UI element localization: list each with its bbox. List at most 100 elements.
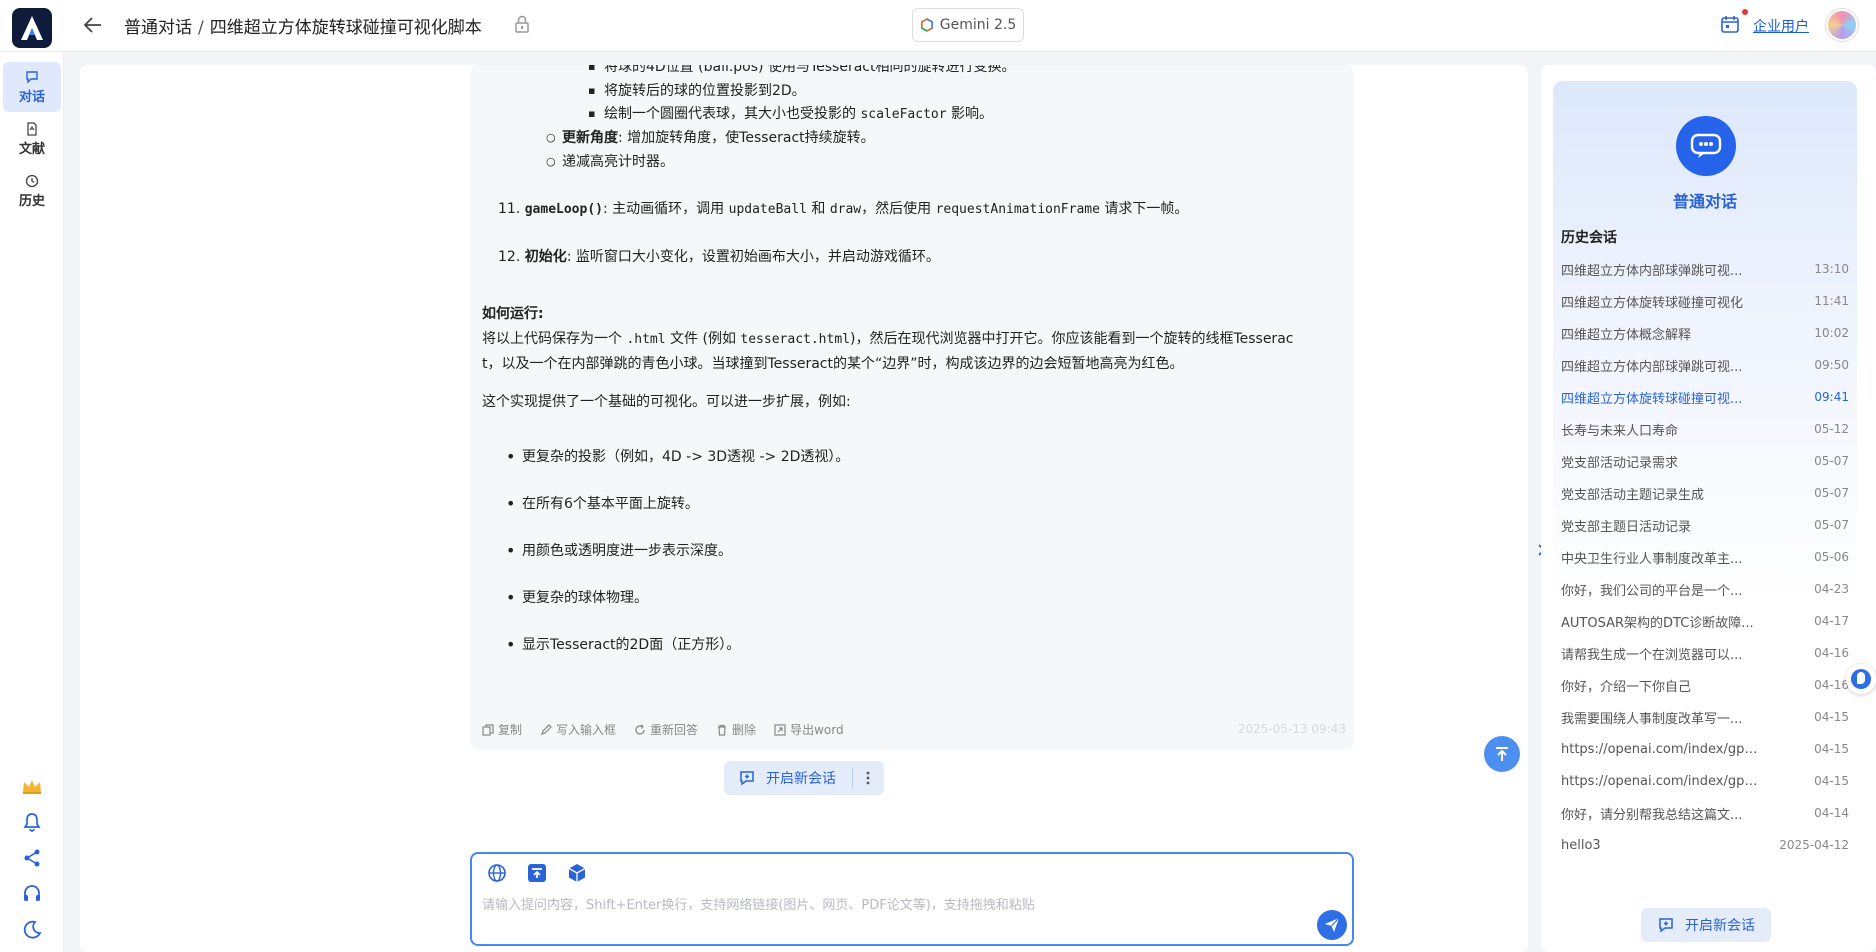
plugin-button[interactable] [564, 860, 590, 886]
breadcrumb-root[interactable]: 普通对话 [124, 18, 192, 38]
chat-input[interactable] [482, 898, 1242, 913]
list-item: 将旋转后的球的位置投影到2D。 [588, 79, 806, 103]
upload-button[interactable] [524, 860, 550, 886]
history-item[interactable]: 党支部主题日活动记录 05-07 [1553, 509, 1857, 541]
history-item[interactable]: 中央卫生行业人事制度改革主... 05-06 [1553, 541, 1857, 573]
history-item[interactable]: AUTOSAR架构的DTC诊断故障... 04-17 [1553, 605, 1857, 637]
cube-icon [568, 864, 586, 882]
history-item[interactable]: 你好，请分别帮我总结这篇文... 04-14 [1553, 797, 1857, 829]
list-item: 在所有6个基本平面上旋转。 [506, 492, 699, 516]
history-icon [25, 174, 39, 187]
new-chat-button[interactable]: 开启新会话 [724, 761, 852, 795]
arrow-left-icon [84, 17, 101, 33]
avatar[interactable] [1826, 9, 1858, 41]
history-item-title: https://openai.com/index/gpt-... [1561, 741, 1761, 757]
history-item-time: 04-15 [1814, 710, 1849, 724]
history-item[interactable]: 党支部活动记录需求 05-07 [1553, 445, 1857, 477]
history-item[interactable]: 我需要围绕人事制度改革写一... 04-15 [1553, 701, 1857, 733]
write-to-input-button[interactable]: 写入输入框 [540, 721, 616, 738]
history-heading: 历史会话 [1561, 230, 1617, 246]
globe-icon [488, 864, 506, 882]
list-item: 更新角度: 增加旋转角度，使Tesseract持续旋转。 [546, 126, 875, 150]
chat-icon [26, 70, 38, 84]
moon-icon[interactable] [20, 918, 44, 942]
history-item-title: 四维超立方体内部球弹跳可视... [1561, 359, 1743, 375]
paragraph: t，以及一个在内部弹跳的青色小球。当球撞到Tesseract的某个“边界”时，构… [482, 356, 1184, 372]
copy-button[interactable]: 复制 [482, 721, 522, 738]
history-item[interactable]: 四维超立方体内部球弹跳可视... 09:50 [1553, 349, 1857, 381]
more-options-button[interactable] [853, 761, 883, 795]
message-timestamp: 2025-05-13 09:43 [1237, 722, 1346, 736]
history-item[interactable]: 四维超立方体概念解释 10:02 [1553, 317, 1857, 349]
message-actions: 复制 写入输入框 重新回答 删除 导出word [482, 721, 844, 738]
history-item[interactable]: hello3 2025-04-12 [1553, 829, 1857, 861]
input-toolbar [484, 860, 590, 886]
app-logo[interactable] [12, 8, 52, 48]
new-chat-label: 开启新会话 [766, 771, 836, 787]
enterprise-user-link[interactable]: 企业用户 [1753, 16, 1809, 36]
panel-new-chat-button[interactable]: 开启新会话 [1641, 908, 1771, 942]
history-item-time: 04-16 [1814, 646, 1849, 660]
history-item-title: hello3 [1561, 837, 1601, 853]
breadcrumb-current: 四维超立方体旋转球碰撞可视化脚本 [209, 18, 482, 38]
gemini-icon [920, 18, 933, 32]
copy-icon [482, 723, 494, 736]
history-item[interactable]: hello2 2025-04-12 [1553, 861, 1857, 872]
assistant-float-button[interactable] [1846, 664, 1876, 694]
history-item-time: 04-17 [1814, 614, 1849, 628]
new-chat-icon [740, 771, 754, 786]
history-item[interactable]: 请帮我生成一个在浏览器可以... 04-16 [1553, 637, 1857, 669]
left-nav: 对话 文献 历史 [0, 52, 64, 952]
history-item[interactable]: 长寿与未来人口寿命 05-12 [1553, 413, 1857, 445]
history-item-time: 13:10 [1814, 262, 1849, 276]
more-vertical-icon [866, 771, 870, 785]
notification-dot [1742, 9, 1748, 15]
export-word-button[interactable]: 导出word [774, 721, 844, 738]
lock-icon[interactable] [514, 15, 530, 37]
delete-button[interactable]: 删除 [716, 721, 756, 738]
headset-icon[interactable] [20, 882, 44, 906]
panel-title: 普通对话 [1672, 192, 1737, 211]
send-button[interactable] [1317, 910, 1347, 940]
assistant-icon [1851, 669, 1871, 689]
document-icon [27, 121, 37, 136]
nav-label-chat: 对话 [18, 89, 45, 105]
history-item-title: 你好，请分别帮我总结这篇文... [1561, 807, 1743, 823]
nav-item-chat[interactable]: 对话 [3, 62, 61, 112]
history-item[interactable]: 四维超立方体旋转球碰撞可视化 11:41 [1553, 285, 1857, 317]
nav-item-history[interactable]: 历史 [3, 166, 61, 216]
history-item[interactable]: https://openai.com/index/gpt-... 04-15 [1553, 765, 1857, 797]
scroll-to-top-button[interactable] [1484, 736, 1520, 772]
calendar-icon[interactable] [1720, 14, 1740, 38]
web-search-button[interactable] [484, 860, 510, 886]
history-item-time: 05-07 [1814, 486, 1849, 500]
history-item[interactable]: 四维超立方体旋转球碰撞可视... 09:41 [1553, 381, 1857, 413]
crown-icon[interactable] [20, 774, 44, 798]
bell-icon[interactable] [20, 810, 44, 834]
history-item-time: 11:41 [1814, 294, 1849, 308]
back-button[interactable] [80, 12, 106, 38]
history-item[interactable]: 四维超立方体内部球弹跳可视... 13:10 [1553, 253, 1857, 285]
history-item[interactable]: 党支部活动主题记录生成 05-07 [1553, 477, 1857, 509]
export-icon [774, 723, 786, 736]
history-item-title: hello2 [1561, 870, 1601, 872]
model-selector[interactable]: Gemini 2.5 [912, 8, 1024, 42]
share-icon[interactable] [20, 846, 44, 870]
history-item-title: 四维超立方体概念解释 [1561, 327, 1692, 343]
breadcrumb: 普通对话 / 四维超立方体旋转球碰撞可视化脚本 [124, 13, 482, 38]
regenerate-button[interactable]: 重新回答 [634, 721, 698, 738]
history-item-time: 2025-04-12 [1779, 870, 1849, 871]
history-item[interactable]: 你好，我们公司的平台是一个... 04-23 [1553, 573, 1857, 605]
history-item-time: 05-12 [1814, 422, 1849, 436]
nav-label-literature: 文献 [18, 141, 45, 157]
history-item-title: 党支部活动记录需求 [1561, 455, 1679, 471]
chat-area: 将球的4D位置 (ball.pos) 使用与Tesseract相同的旋转进行变换… [80, 65, 1528, 952]
history-item[interactable]: 你好，介绍一下你自己 04-16 [1553, 669, 1857, 701]
history-item-title: 四维超立方体旋转球碰撞可视化 [1561, 295, 1744, 311]
nav-item-literature[interactable]: 文献 [3, 114, 61, 164]
send-icon [1325, 917, 1340, 932]
history-item[interactable]: https://openai.com/index/gpt-... 04-15 [1553, 733, 1857, 765]
history-item-title: 长寿与未来人口寿命 [1561, 423, 1679, 439]
panel-card: 普通对话 历史会话 四维超立方体内部球弹跳可视... 13:10 四维超立方体旋转球… [1553, 81, 1857, 952]
history-item-title: 你好，我们公司的平台是一个... [1561, 583, 1743, 599]
